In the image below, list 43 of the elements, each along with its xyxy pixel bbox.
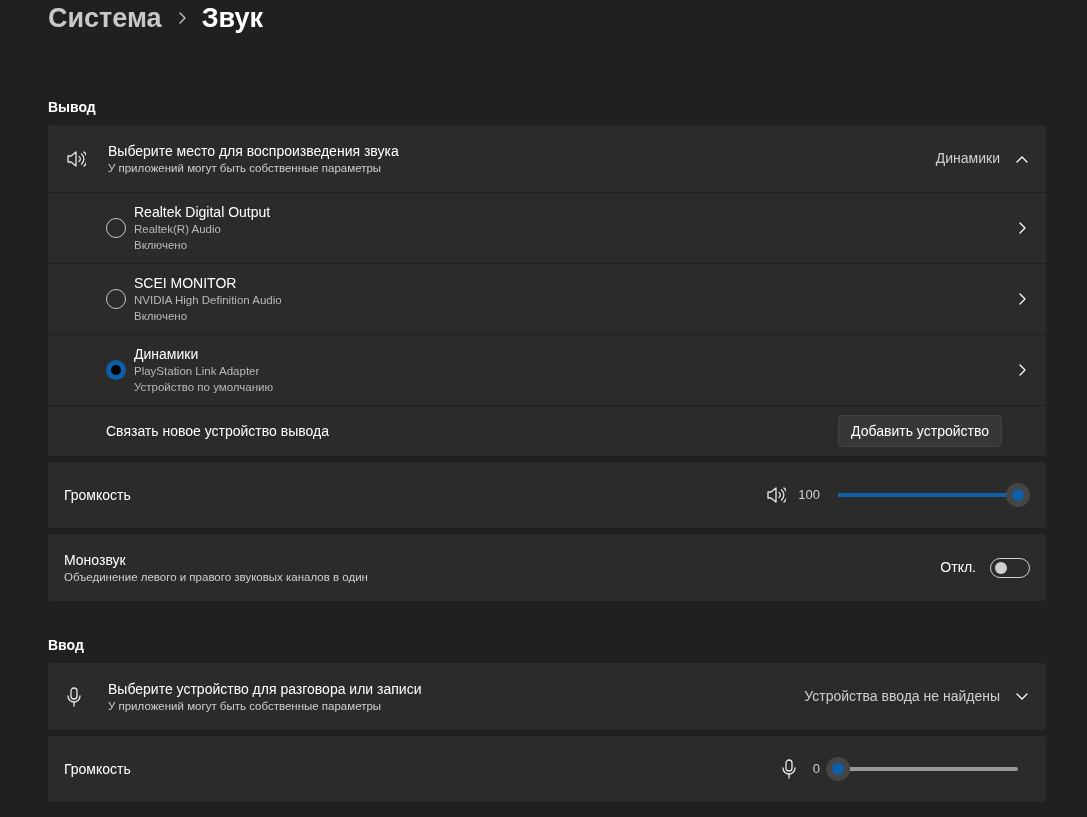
slider-thumb[interactable]	[826, 757, 850, 781]
volume-reading: 100	[798, 486, 820, 505]
device-name: SCEI MONITOR	[134, 274, 238, 292]
slider-thumb[interactable]	[1006, 483, 1030, 507]
device-row[interactable]: Динамики PlayStation Link Adapter Устройство по умолчанию	[48, 335, 1046, 405]
selected-device-label: Динамики	[935, 149, 1000, 168]
setting-title: Связать новое устройство вывода	[106, 421, 330, 441]
section-heading: Вывод	[48, 98, 97, 116]
section-heading: Ввод	[48, 636, 85, 654]
chevron-right-icon	[177, 12, 186, 24]
device-picker-header[interactable]: Выберите устройство для разговора или записи У приложений могут быть собственные параметры Устройства ввода не найдены	[48, 663, 1046, 730]
setting-title: Монозвук	[64, 550, 127, 569]
setting-title: Выберите место для воспроизведения звука	[108, 141, 400, 160]
radio-button[interactable]	[106, 360, 126, 380]
chevron-right-icon	[1018, 293, 1026, 305]
device-status: Включено	[134, 309, 189, 324]
selected-device-label: Устройства ввода не найдены	[804, 687, 1000, 706]
speaker-icon	[766, 485, 787, 505]
page-title: Звук	[201, 2, 263, 35]
setting-description: Объединение левого и правого звуковых каналов в один	[64, 569, 369, 585]
chevron-right-icon	[1018, 364, 1026, 376]
device-driver: NVIDIA High Definition Audio	[134, 293, 283, 308]
device-name: Realtek Digital Output	[134, 203, 272, 221]
device-row[interactable]: Realtek Digital Output Realtek(R) Audio Включено	[48, 193, 1046, 263]
setting-description: У приложений могут быть собственные параметры	[108, 160, 383, 176]
device-status: Устройство по умолчанию	[134, 380, 275, 395]
chevron-right-icon	[1018, 222, 1026, 234]
setting-title: Громкость	[64, 485, 132, 505]
breadcrumb-parent[interactable]: Система	[48, 1, 162, 35]
device-driver: PlayStation Link Adapter	[134, 364, 261, 379]
setting-description: У приложений могут быть собственные параметры	[108, 698, 383, 714]
setting-title: Выберите устройство для разговора или записи	[108, 679, 423, 698]
device-picker-header[interactable]: Выберите место для воспроизведения звука У приложений могут быть собственные параметры Динамики	[48, 125, 1046, 192]
add-device-button[interactable]: Добавить устройство	[838, 415, 1002, 447]
device-row[interactable]: SCEI MONITOR NVIDIA High Definition Audio Включено	[48, 264, 1046, 334]
chevron-up-icon	[1016, 154, 1028, 163]
device-driver: Realtek(R) Audio	[134, 222, 222, 237]
device-name: Динамики	[134, 345, 200, 363]
volume-reading: 0	[812, 760, 820, 779]
device-status: Включено	[134, 238, 189, 253]
chevron-down-icon	[1016, 692, 1028, 701]
setting-title: Громкость	[64, 759, 132, 779]
toggle-state-label: Откл.	[940, 558, 976, 577]
